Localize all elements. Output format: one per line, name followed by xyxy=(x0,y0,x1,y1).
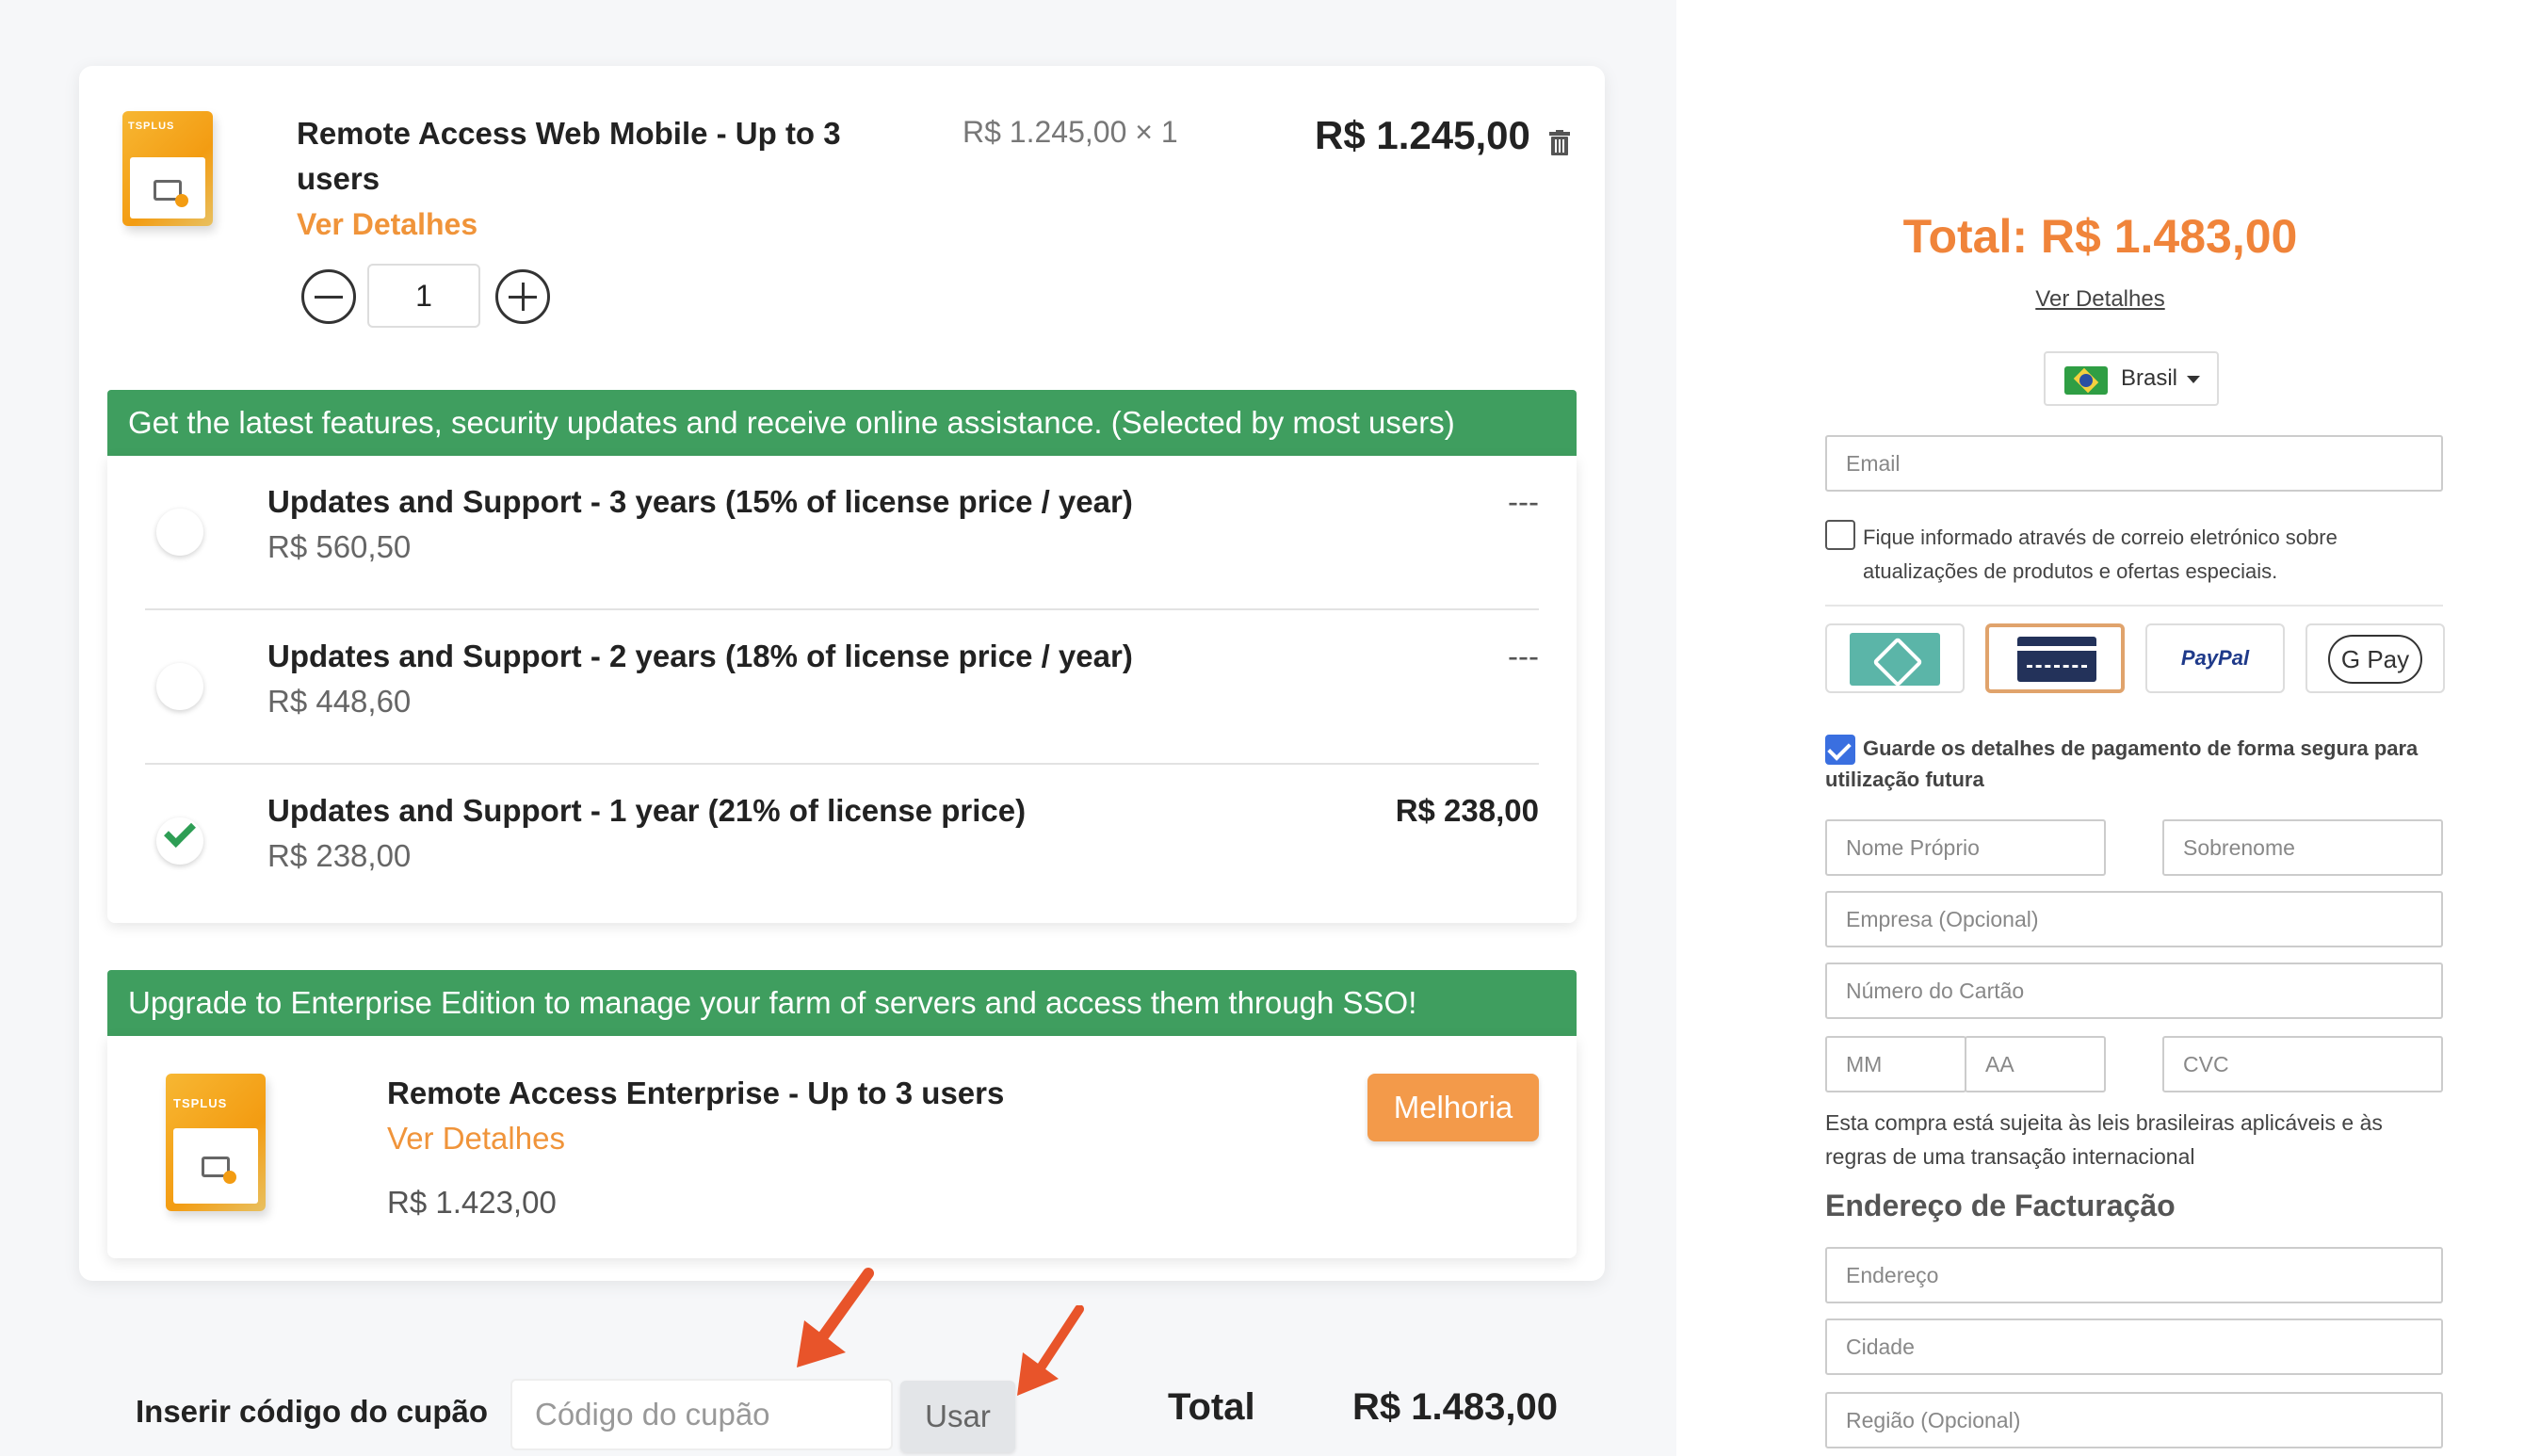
cvc-field[interactable]: CVC xyxy=(2162,1036,2443,1092)
coupon-label: Inserir código do cupão xyxy=(136,1394,489,1429)
coupon-input[interactable]: Código do cupão xyxy=(510,1379,893,1450)
payment-method-pix[interactable] xyxy=(1825,623,1965,693)
enterprise-price: R$ 1.423,00 xyxy=(387,1185,557,1220)
checkout-total: Total: R$ 1.483,00 xyxy=(1902,210,2298,263)
support-option-3-years[interactable]: Updates and Support - 3 years (15% of li… xyxy=(145,456,1539,610)
support-options-card: Updates and Support - 3 years (15% of li… xyxy=(107,456,1577,923)
expiry-year-field[interactable]: AA xyxy=(1965,1036,2106,1092)
decrease-quantity-button[interactable] xyxy=(301,269,356,324)
support-option-1-year[interactable]: Updates and Support - 1 year (21% of lic… xyxy=(145,765,1539,919)
product-title: Remote Access Web Mobile - Up to 3 users… xyxy=(297,111,881,247)
support-option-2-years[interactable]: Updates and Support - 2 years (18% of li… xyxy=(145,610,1539,765)
support-option-total: R$ 238,00 xyxy=(1395,793,1539,828)
email-field[interactable]: Email xyxy=(1825,435,2443,492)
save-details-label: Guarde os detalhes de pagamento de forma… xyxy=(1825,736,2419,791)
upgrade-button[interactable]: Melhoria xyxy=(1367,1074,1539,1141)
card-number-field[interactable]: Número do Cartão xyxy=(1825,963,2443,1019)
credit-card-icon xyxy=(2017,637,2096,682)
support-banner: Get the latest features, security update… xyxy=(107,390,1577,456)
last-name-field[interactable]: Sobrenome xyxy=(2162,819,2443,876)
newsletter-text: Fique informado através de correio eletr… xyxy=(1863,526,2338,583)
cart-total-label: Total xyxy=(1168,1386,1255,1428)
region-field[interactable]: Região (Opcional) xyxy=(1825,1392,2443,1448)
support-option-radio[interactable] xyxy=(156,663,203,710)
product-box-image: TSPLUS xyxy=(122,111,213,226)
support-option-total: --- xyxy=(1508,484,1539,519)
country-label: Brasil xyxy=(2121,365,2178,391)
divider xyxy=(1825,605,2443,607)
google-pay-icon: G Pay xyxy=(2328,635,2422,684)
checkout-details-link[interactable]: Ver Detalhes xyxy=(1676,286,2524,313)
support-option-title: Updates and Support - 3 years (15% of li… xyxy=(267,484,1133,519)
apply-coupon-button[interactable]: Usar xyxy=(900,1381,1015,1452)
support-option-title: Updates and Support - 2 years (18% of li… xyxy=(267,639,1133,673)
line-total: R$ 1.245,00 xyxy=(1315,113,1530,157)
save-details-checkbox[interactable] xyxy=(1825,735,1855,765)
monitor-icon xyxy=(154,180,188,208)
pix-icon xyxy=(1850,633,1940,686)
payment-method-paypal[interactable]: PayPal xyxy=(2145,623,2285,693)
enterprise-title: Remote Access Enterprise - Up to 3 users xyxy=(387,1076,1005,1110)
support-option-total: --- xyxy=(1508,639,1539,673)
payment-method-card[interactable] xyxy=(1985,623,2125,693)
product-details-link[interactable]: Ver Detalhes xyxy=(297,207,477,241)
billing-heading: Endereço de Facturação xyxy=(1825,1189,2176,1222)
payment-method-google-pay[interactable]: G Pay xyxy=(2306,623,2445,693)
support-option-title: Updates and Support - 1 year (21% of lic… xyxy=(267,793,1027,828)
monitor-icon xyxy=(202,1156,236,1184)
first-name-field[interactable]: Nome Próprio xyxy=(1825,819,2106,876)
enterprise-box-logo: TSPLUS xyxy=(173,1096,228,1110)
legal-notice: Esta compra está sujeita às leis brasile… xyxy=(1825,1110,2383,1169)
newsletter-checkbox[interactable] xyxy=(1825,520,1855,550)
support-option-price: R$ 238,00 xyxy=(267,838,412,873)
trash-icon[interactable] xyxy=(1548,130,1571,156)
support-option-price: R$ 560,50 xyxy=(267,529,412,564)
enterprise-box-image: TSPLUS xyxy=(166,1074,266,1211)
product-title-text: Remote Access Web Mobile - Up to 3 users xyxy=(297,116,841,196)
expiry-month-field[interactable]: MM xyxy=(1825,1036,1966,1092)
upgrade-card xyxy=(107,1036,1577,1258)
enterprise-details-link[interactable]: Ver Detalhes xyxy=(387,1121,565,1157)
upgrade-banner: Upgrade to Enterprise Edition to manage … xyxy=(107,970,1577,1036)
quantity-input[interactable]: 1 xyxy=(367,264,480,328)
company-field[interactable]: Empresa (Opcional) xyxy=(1825,891,2443,947)
support-option-radio-selected[interactable] xyxy=(156,816,203,865)
checkmark-icon xyxy=(164,816,196,848)
city-field[interactable]: Cidade xyxy=(1825,1318,2443,1375)
address-field[interactable]: Endereço xyxy=(1825,1247,2443,1303)
increase-quantity-button[interactable] xyxy=(495,269,550,324)
cart-total-value: R$ 1.483,00 xyxy=(1352,1386,1558,1428)
product-box-logo: TSPLUS xyxy=(128,121,175,132)
paypal-icon: PayPal xyxy=(2180,646,2250,670)
country-select[interactable]: Brasil xyxy=(2044,351,2219,406)
chevron-down-icon xyxy=(2187,376,2200,383)
support-option-price: R$ 448,60 xyxy=(267,684,412,719)
unit-price: R$ 1.245,00 × 1 xyxy=(963,115,1178,149)
support-option-radio[interactable] xyxy=(156,509,203,556)
annotation-arrow-icon xyxy=(1017,1305,1084,1396)
brazil-flag-icon xyxy=(2064,366,2108,395)
annotation-arrow-icon xyxy=(797,1268,874,1367)
